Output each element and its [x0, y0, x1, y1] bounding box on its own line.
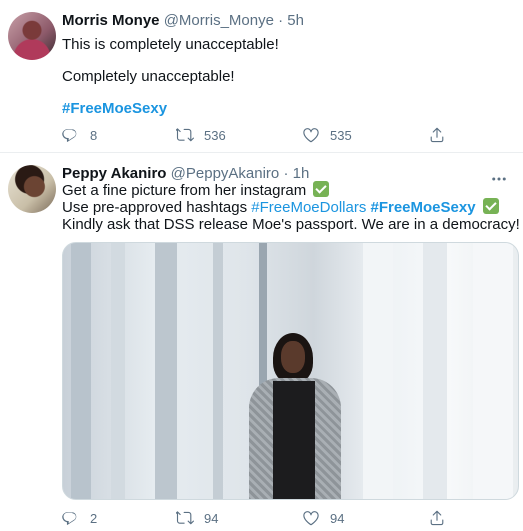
reply-count: 8 — [90, 127, 98, 143]
tweet-text: This is completely unacceptable! — [62, 36, 279, 53]
share-button[interactable] — [428, 508, 446, 528]
reply-button[interactable]: 2 — [62, 508, 97, 528]
tweet-text: Kindly ask that DSS release Moe's passpo… — [62, 216, 520, 233]
separator: · — [283, 165, 289, 182]
retweet-icon — [176, 128, 194, 142]
author-name[interactable]: Morris Monye — [62, 12, 160, 29]
photo-pillar — [155, 243, 177, 499]
reply-button[interactable]: 8 — [62, 125, 97, 145]
reply-icon — [62, 512, 77, 525]
author-handle[interactable]: @Morris_Monye — [164, 12, 274, 29]
tweet-header: Morris Monye @Morris_Monye · 5h — [62, 11, 304, 31]
tweet-actions: 2 94 94 — [62, 508, 454, 528]
tweet[interactable]: Morris Monye @Morris_Monye · 5h This is … — [0, 0, 523, 153]
like-button[interactable]: 94 — [302, 508, 344, 528]
tweet[interactable]: Peppy Akaniro @PeppyAkaniro · 1h Get a f… — [0, 153, 523, 531]
heart-icon — [303, 511, 319, 526]
check-mark-icon — [482, 198, 499, 214]
photo-subject-dress — [273, 381, 315, 499]
timestamp[interactable]: 5h — [287, 12, 304, 29]
retweet-button[interactable]: 94 — [176, 508, 218, 528]
heart-icon — [303, 128, 319, 143]
author-handle[interactable]: @PeppyAkaniro — [171, 165, 280, 182]
tweet-photo[interactable] — [62, 242, 519, 500]
reply-icon — [62, 129, 77, 142]
author-name[interactable]: Peppy Akaniro — [62, 165, 166, 182]
more-button[interactable] — [489, 169, 509, 189]
retweet-count: 536 — [204, 127, 226, 143]
retweet-button[interactable]: 536 — [176, 125, 226, 145]
timestamp[interactable]: 1h — [293, 165, 310, 182]
retweet-count: 94 — [204, 510, 219, 526]
like-count: 94 — [330, 510, 345, 526]
like-count: 535 — [330, 127, 352, 143]
hashtag-link[interactable]: #FreeMoeSexy — [371, 199, 476, 216]
photo-pillar — [423, 243, 447, 499]
check-mark-icon — [313, 181, 330, 197]
photo-pillar — [363, 243, 393, 499]
more-icon — [492, 177, 506, 181]
tweet-text: Completely unacceptable! — [62, 68, 235, 85]
photo-subject-face — [281, 341, 305, 373]
like-button[interactable]: 535 — [302, 125, 352, 145]
photo-pillar — [71, 243, 91, 499]
hashtag-link[interactable]: #FreeMoeDollars — [251, 199, 366, 216]
tweet-actions: 8 536 535 — [62, 125, 454, 145]
share-icon — [430, 127, 444, 143]
separator: · — [278, 12, 284, 29]
avatar[interactable] — [8, 165, 56, 213]
hashtag-link[interactable]: #FreeMoeSexy — [62, 99, 167, 119]
tweet-text: Use pre-approved hashtags — [62, 199, 252, 216]
share-button[interactable] — [428, 125, 446, 145]
retweet-icon — [176, 511, 194, 525]
tweet-text: Get a fine picture from her instagram — [62, 182, 307, 199]
photo-pillar — [111, 243, 125, 499]
share-icon — [430, 510, 444, 526]
photo-pillar — [473, 243, 513, 499]
timeline: Morris Monye @Morris_Monye · 5h This is … — [0, 0, 523, 531]
reply-count: 2 — [90, 510, 98, 526]
photo-pillar — [213, 243, 223, 499]
avatar[interactable] — [8, 12, 56, 60]
